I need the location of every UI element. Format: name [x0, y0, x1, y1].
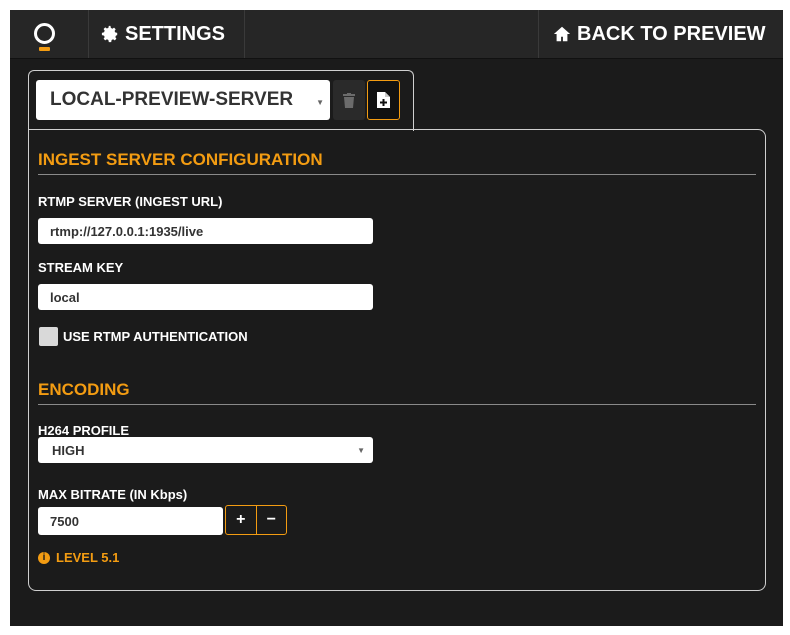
- back-to-preview-button[interactable]: BACK TO PREVIEW: [538, 10, 783, 58]
- settings-tab[interactable]: SETTINGS: [89, 10, 245, 58]
- max-bitrate-input[interactable]: 7500: [38, 507, 223, 535]
- rtmp-auth-label[interactable]: USE RTMP AUTHENTICATION: [63, 329, 248, 344]
- bitrate-stepper: + −: [225, 505, 287, 535]
- server-select-value: LOCAL-PREVIEW-SERVER: [50, 89, 294, 110]
- gear-icon: [101, 25, 118, 43]
- ingest-divider: [38, 174, 756, 175]
- chevron-down-icon: ▼: [357, 446, 365, 455]
- new-server-button[interactable]: [367, 80, 400, 120]
- h264-profile-select[interactable]: HIGH ▼: [38, 437, 373, 463]
- trash-icon: [343, 92, 355, 108]
- ring-logo-icon: [34, 23, 55, 44]
- ingest-section-title: INGEST SERVER CONFIGURATION: [38, 150, 323, 169]
- increment-button[interactable]: +: [226, 506, 257, 534]
- settings-label: SETTINGS: [125, 22, 226, 45]
- top-bar: SETTINGS BACK TO PREVIEW: [10, 10, 783, 59]
- rtmp-server-label: RTMP SERVER (INGEST URL): [38, 194, 223, 209]
- logo-underline: [39, 47, 50, 51]
- logo[interactable]: [10, 10, 89, 58]
- rtmp-auth-checkbox[interactable]: [39, 327, 58, 346]
- stream-key-label: STREAM KEY: [38, 260, 124, 275]
- stream-key-input[interactable]: local: [38, 284, 373, 310]
- level-text: LEVEL 5.1: [56, 550, 120, 565]
- h264-profile-value: HIGH: [52, 442, 85, 458]
- server-select[interactable]: LOCAL-PREVIEW-SERVER ▼: [36, 80, 330, 120]
- h264-profile-label: H264 PROFILE: [38, 423, 130, 438]
- max-bitrate-label: MAX BITRATE (IN Kbps): [38, 487, 188, 502]
- rtmp-server-input[interactable]: rtmp://127.0.0.1:1935/live: [38, 218, 373, 244]
- new-file-icon: [377, 92, 390, 108]
- encoding-divider: [38, 404, 756, 405]
- delete-server-button[interactable]: [333, 80, 365, 120]
- level-indicator: i LEVEL 5.1: [38, 550, 119, 565]
- info-icon: i: [38, 551, 50, 564]
- decrement-button[interactable]: −: [257, 506, 287, 534]
- back-label: BACK TO PREVIEW: [577, 22, 766, 45]
- chevron-down-icon: ▼: [316, 98, 324, 107]
- encoding-section-title: ENCODING: [38, 380, 130, 399]
- home-icon: [553, 26, 571, 42]
